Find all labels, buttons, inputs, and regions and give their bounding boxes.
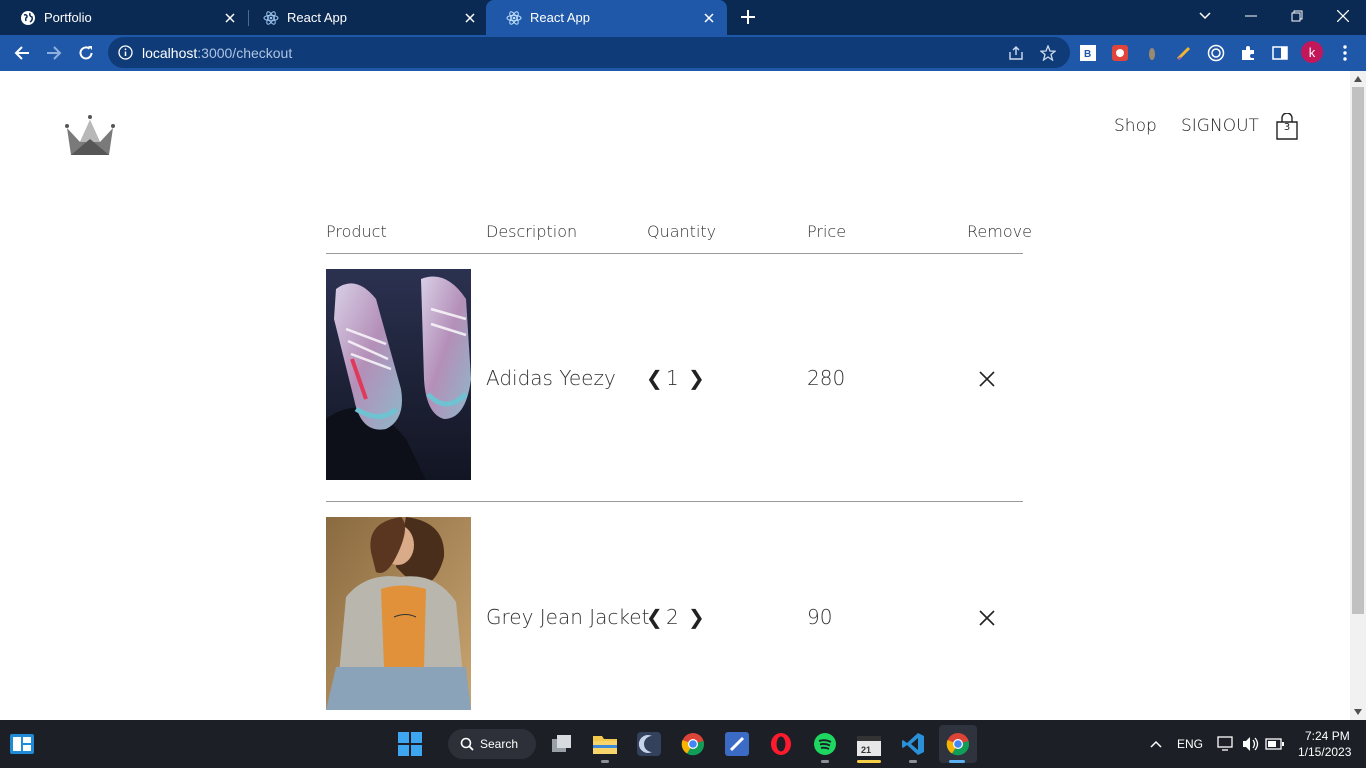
- remove-item-icon[interactable]: [977, 608, 997, 628]
- browser-tab-strip: Portfolio React App React App: [0, 0, 1366, 35]
- chevron-up-icon[interactable]: [1142, 730, 1170, 758]
- minimize-icon[interactable]: [1228, 0, 1274, 32]
- side-panel-icon[interactable]: [1270, 43, 1290, 63]
- close-icon[interactable]: [701, 10, 717, 26]
- windows-taskbar: Search 21 ENG 7:24 PM 1/15/2023: [0, 720, 1366, 768]
- tab-react-app-1[interactable]: React App: [243, 0, 488, 35]
- item-name: Grey Jean Jacket: [486, 605, 650, 629]
- item-name: Adidas Yeezy: [486, 366, 616, 390]
- browser-toolbar: localhost:3000/checkout B k: [0, 35, 1366, 71]
- cart-count: 3: [1283, 122, 1291, 133]
- tab-search-icon[interactable]: [1182, 0, 1228, 32]
- column-header-remove: Remove: [967, 222, 1032, 241]
- column-header-price: Price: [807, 222, 847, 241]
- bookmark-star-icon[interactable]: [1038, 43, 1058, 63]
- running-indicator: [857, 760, 881, 763]
- task-view-icon[interactable]: [548, 730, 576, 758]
- increase-quantity-button[interactable]: ❯: [688, 366, 705, 390]
- back-icon[interactable]: [8, 39, 36, 67]
- reload-icon[interactable]: [72, 39, 100, 67]
- scroll-down-icon[interactable]: [1350, 704, 1366, 720]
- running-indicator: [601, 760, 609, 763]
- widgets-icon[interactable]: [8, 730, 36, 758]
- close-window-icon[interactable]: [1320, 0, 1366, 32]
- row-divider: [326, 501, 1023, 502]
- tab-title: React App: [530, 10, 590, 25]
- svg-text:B: B: [1084, 49, 1091, 60]
- globe-icon: [20, 10, 36, 26]
- restore-icon[interactable]: [1274, 0, 1320, 32]
- calendar-app-icon[interactable]: 21: [855, 730, 883, 758]
- chrome-icon[interactable]: [679, 730, 707, 758]
- item-quantity: 1: [666, 366, 679, 390]
- url-text: localhost:3000/checkout: [142, 45, 292, 61]
- spotify-icon[interactable]: [811, 730, 839, 758]
- item-quantity: 2: [666, 605, 679, 629]
- address-bar[interactable]: localhost:3000/checkout: [108, 37, 1070, 68]
- page-viewport: Shop SIGNOUT 3 Product Description Quant…: [0, 71, 1366, 720]
- clock-time[interactable]: 7:24 PM: [1305, 729, 1350, 743]
- tab-title: React App: [287, 10, 347, 25]
- tab-react-app-active[interactable]: React App: [486, 0, 727, 35]
- increase-quantity-button[interactable]: ❯: [688, 605, 705, 629]
- url-host: localhost: [142, 45, 198, 61]
- site-info-icon[interactable]: [118, 45, 133, 60]
- network-icon[interactable]: [1212, 730, 1240, 758]
- nav-signout-link[interactable]: SIGNOUT: [1181, 116, 1259, 136]
- tab-title: Portfolio: [44, 10, 92, 25]
- extension-target-icon[interactable]: [1206, 43, 1226, 63]
- column-header-product: Product: [326, 222, 387, 241]
- extension-figure-icon[interactable]: [1142, 43, 1162, 63]
- language-indicator[interactable]: ENG: [1177, 737, 1203, 751]
- running-indicator: [909, 760, 917, 763]
- share-icon[interactable]: [1006, 43, 1026, 63]
- start-windows-icon[interactable]: [396, 730, 424, 758]
- search-label: Search: [480, 737, 519, 751]
- column-header-quantity: Quantity: [647, 222, 717, 241]
- decrease-quantity-button[interactable]: ❮: [646, 366, 663, 390]
- column-header-description: Description: [486, 222, 578, 241]
- extension-b-icon[interactable]: B: [1078, 43, 1098, 63]
- item-price: 90: [807, 605, 833, 629]
- url-path: :3000/checkout: [197, 45, 293, 61]
- item-price: 280: [807, 366, 846, 390]
- profile-avatar[interactable]: k: [1301, 41, 1323, 63]
- active-indicator: [949, 760, 965, 763]
- battery-icon[interactable]: [1261, 730, 1289, 758]
- extension-pen-icon[interactable]: [1174, 43, 1194, 63]
- page-scrollbar[interactable]: [1350, 71, 1366, 720]
- react-icon: [263, 10, 279, 26]
- cart-bag-icon[interactable]: 3: [1274, 112, 1300, 141]
- scroll-up-icon[interactable]: [1350, 71, 1366, 87]
- close-icon[interactable]: [222, 10, 238, 26]
- close-icon[interactable]: [462, 10, 478, 26]
- header-divider: [326, 253, 1023, 254]
- menu-kebab-icon[interactable]: [1335, 43, 1355, 63]
- editor-app-icon[interactable]: [723, 730, 751, 758]
- taskbar-search-button[interactable]: Search: [448, 729, 536, 759]
- running-indicator: [821, 760, 829, 763]
- vscode-icon[interactable]: [899, 730, 927, 758]
- product-image-jacket: [326, 517, 471, 710]
- svg-text:21: 21: [861, 745, 871, 755]
- scroll-thumb[interactable]: [1352, 87, 1364, 614]
- file-explorer-icon[interactable]: [591, 730, 619, 758]
- new-tab-button[interactable]: [737, 6, 759, 28]
- extensions-puzzle-icon[interactable]: [1238, 43, 1258, 63]
- moon-app-icon[interactable]: [635, 730, 663, 758]
- nav-shop-link[interactable]: Shop: [1114, 116, 1157, 136]
- extension-game-icon[interactable]: [1110, 43, 1130, 63]
- tab-portfolio[interactable]: Portfolio: [0, 0, 248, 35]
- product-image-sneakers: [326, 269, 471, 480]
- chrome-active-icon[interactable]: [939, 725, 977, 763]
- decrease-quantity-button[interactable]: ❮: [646, 605, 663, 629]
- forward-icon[interactable]: [40, 39, 68, 67]
- remove-item-icon[interactable]: [977, 369, 997, 389]
- clock-date[interactable]: 1/15/2023: [1298, 745, 1351, 759]
- crown-icon[interactable]: [62, 113, 118, 159]
- search-icon: [460, 737, 474, 751]
- opera-icon[interactable]: [767, 730, 795, 758]
- react-icon: [506, 10, 522, 26]
